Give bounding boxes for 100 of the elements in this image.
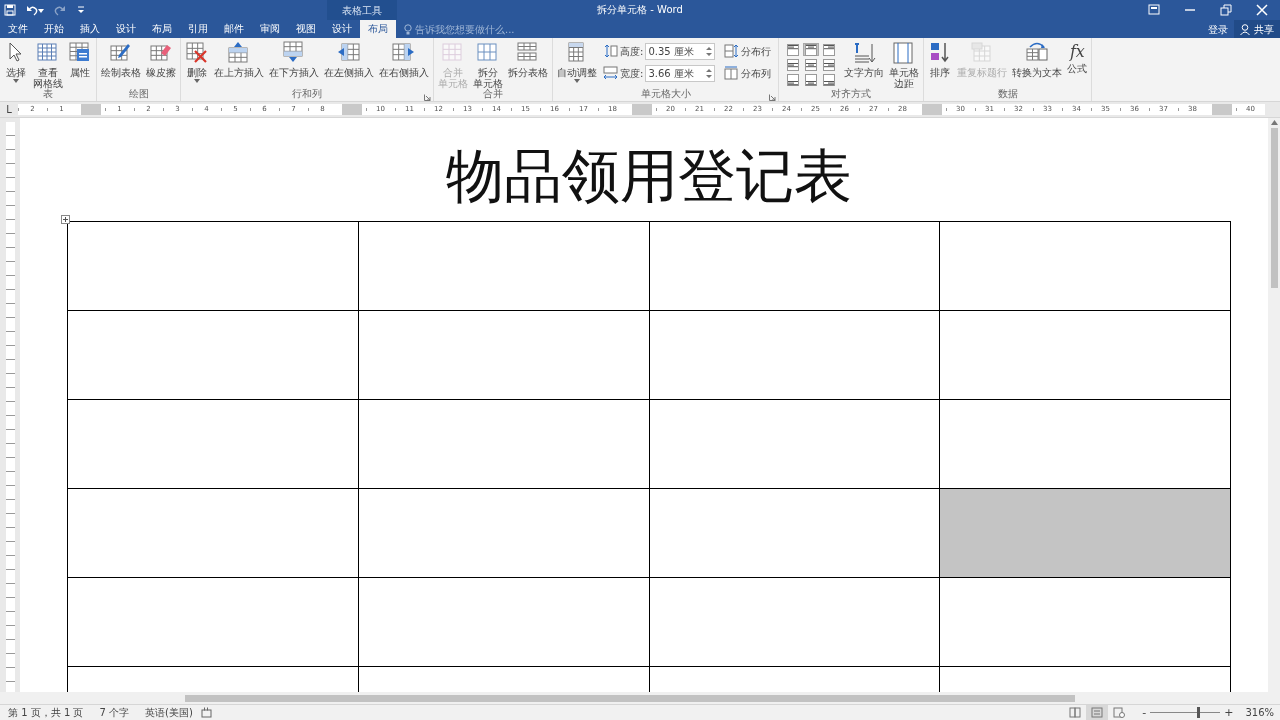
ribbon-tab[interactable]: 审阅 — [252, 20, 288, 38]
scrollbar-thumb[interactable] — [1270, 128, 1278, 288]
zoom-out-button[interactable]: - — [1138, 705, 1151, 720]
alignment-button[interactable] — [785, 58, 802, 71]
lightbulb-icon — [404, 23, 412, 35]
align-icon — [787, 58, 800, 71]
ribbon-button[interactable]: 选择 — [2, 40, 30, 86]
ribbon-button[interactable]: 分布行 — [722, 42, 774, 60]
insert-above-icon — [227, 41, 251, 65]
ribbon-button[interactable]: 删除 — [183, 40, 211, 86]
align-icon — [823, 43, 836, 56]
ribbon-tab[interactable]: 文件 — [0, 20, 36, 38]
ribbon-button[interactable]: 在上方插入 — [212, 40, 266, 79]
ribbon-button[interactable]: 在左侧插入 — [322, 40, 376, 79]
ribbon-options-icon — [1148, 4, 1160, 16]
column-marker[interactable] — [921, 104, 942, 115]
column-marker[interactable] — [80, 104, 101, 115]
column-marker[interactable] — [1211, 104, 1232, 115]
zoom-level: 316% — [1244, 706, 1275, 720]
status-text: 7 个字 — [98, 706, 130, 720]
close-icon — [1256, 4, 1268, 16]
caret-icon — [13, 79, 19, 83]
document-heading: 物品领用登记表 — [446, 142, 852, 210]
text-direction-icon — [852, 41, 877, 65]
field-label: 宽度: — [620, 66, 644, 81]
ribbon-button[interactable]: 属性 — [66, 40, 94, 79]
ribbon-button[interactable]: fx 公式 — [1065, 40, 1090, 75]
macro-record-icon — [200, 707, 212, 718]
share-button[interactable]: 共享 — [1234, 20, 1280, 38]
save-icon — [4, 4, 16, 16]
alignment-button[interactable] — [785, 73, 802, 86]
tab-selector[interactable]: L — [0, 102, 18, 117]
ribbon-tab[interactable]: 设计 — [108, 20, 144, 38]
alignment-button[interactable] — [785, 43, 802, 56]
distribute-columns-icon — [724, 66, 740, 80]
dialog-launcher-icon — [769, 93, 777, 101]
restore-icon — [1220, 4, 1232, 16]
window-title: 拆分单元格 - Word — [597, 4, 683, 15]
ribbon-button[interactable]: 排序 — [926, 40, 955, 79]
ribbon-button[interactable]: 分布列 — [722, 64, 774, 82]
ribbon-button[interactable]: 绘制表格 — [99, 40, 143, 79]
status-text: 第 1 页，共 1 页 — [7, 706, 85, 720]
ribbon-button[interactable]: 拆分 单元格 — [471, 40, 505, 90]
alignment-button[interactable] — [821, 73, 838, 86]
caret-icon — [38, 8, 44, 13]
field-label: 高度: — [620, 44, 644, 59]
vertical-scrollbar[interactable] — [1268, 118, 1280, 692]
ribbon-button[interactable]: 转换为文本 — [1010, 40, 1065, 79]
sign-in-link[interactable]: 登录 — [1202, 20, 1234, 38]
alignment-button[interactable] — [803, 73, 820, 86]
group-label: 单元格大小 — [640, 88, 691, 99]
ribbon-button[interactable]: 拆分表格 — [506, 40, 550, 79]
caret-icon — [194, 79, 200, 83]
ribbon-tab[interactable]: 引用 — [180, 20, 216, 38]
ribbon-button[interactable]: 自动调整 — [555, 40, 599, 86]
ribbon-button[interactable]: 单元格 边距 — [887, 40, 922, 90]
group-label: 行和列 — [292, 88, 322, 99]
align-icon — [805, 43, 818, 56]
group-label: 数据 — [997, 88, 1018, 99]
status-text: 英语(美国) — [144, 706, 194, 720]
size-field[interactable]: 3.66 厘米 — [645, 64, 716, 82]
align-icon — [805, 73, 818, 86]
distribute-rows-icon — [724, 44, 740, 58]
tell-me-field[interactable]: 告诉我您想要做什么... — [404, 21, 515, 37]
scrollbar-thumb[interactable] — [185, 694, 1075, 702]
size-field[interactable]: 0.35 厘米 — [645, 42, 716, 60]
align-icon — [787, 73, 800, 86]
column-marker[interactable] — [631, 104, 652, 115]
table-delete-icon — [185, 41, 209, 65]
row-height-icon — [603, 44, 618, 58]
ribbon-tab[interactable]: 邮件 — [216, 20, 252, 38]
table-move-handle-icon — [61, 215, 70, 224]
alignment-button[interactable] — [821, 58, 838, 71]
alignment-button[interactable] — [803, 58, 820, 71]
ribbon-button[interactable]: 查看 网格线 — [31, 40, 65, 90]
ribbon-tab[interactable]: 开始 — [36, 20, 72, 38]
ribbon-tab[interactable]: 视图 — [288, 20, 324, 38]
ribbon-button[interactable]: 文字方向 — [842, 40, 887, 79]
caret-icon — [574, 79, 580, 83]
group-label: 对齐方式 — [831, 88, 872, 99]
group-label: 合并 — [483, 88, 503, 99]
zoom-slider-thumb[interactable] — [1197, 707, 1201, 718]
ribbon-tab[interactable]: 布局 — [144, 20, 180, 38]
person-icon — [1240, 23, 1251, 35]
scroll-up-icon — [1270, 120, 1278, 125]
zoom-in-button[interactable]: + — [1220, 705, 1238, 720]
ribbon-tab[interactable]: 插入 — [72, 20, 108, 38]
context-tab-label: 表格工具 — [342, 3, 382, 18]
ribbon-tab[interactable]: 设计 — [324, 20, 360, 38]
dialog-launcher-icon — [424, 93, 431, 101]
ribbon-button[interactable]: 在下方插入 — [267, 40, 321, 79]
web-layout-icon — [1113, 707, 1126, 718]
horizontal-scrollbar[interactable] — [0, 692, 1280, 704]
ribbon-button[interactable]: 在右侧插入 — [377, 40, 431, 79]
ribbon-button[interactable]: 橡皮擦 — [144, 40, 178, 79]
align-icon — [805, 58, 818, 71]
alignment-button[interactable] — [821, 43, 838, 56]
ribbon-tab[interactable]: 布局 — [360, 20, 396, 38]
column-marker[interactable] — [341, 104, 362, 115]
alignment-button[interactable] — [803, 43, 820, 56]
